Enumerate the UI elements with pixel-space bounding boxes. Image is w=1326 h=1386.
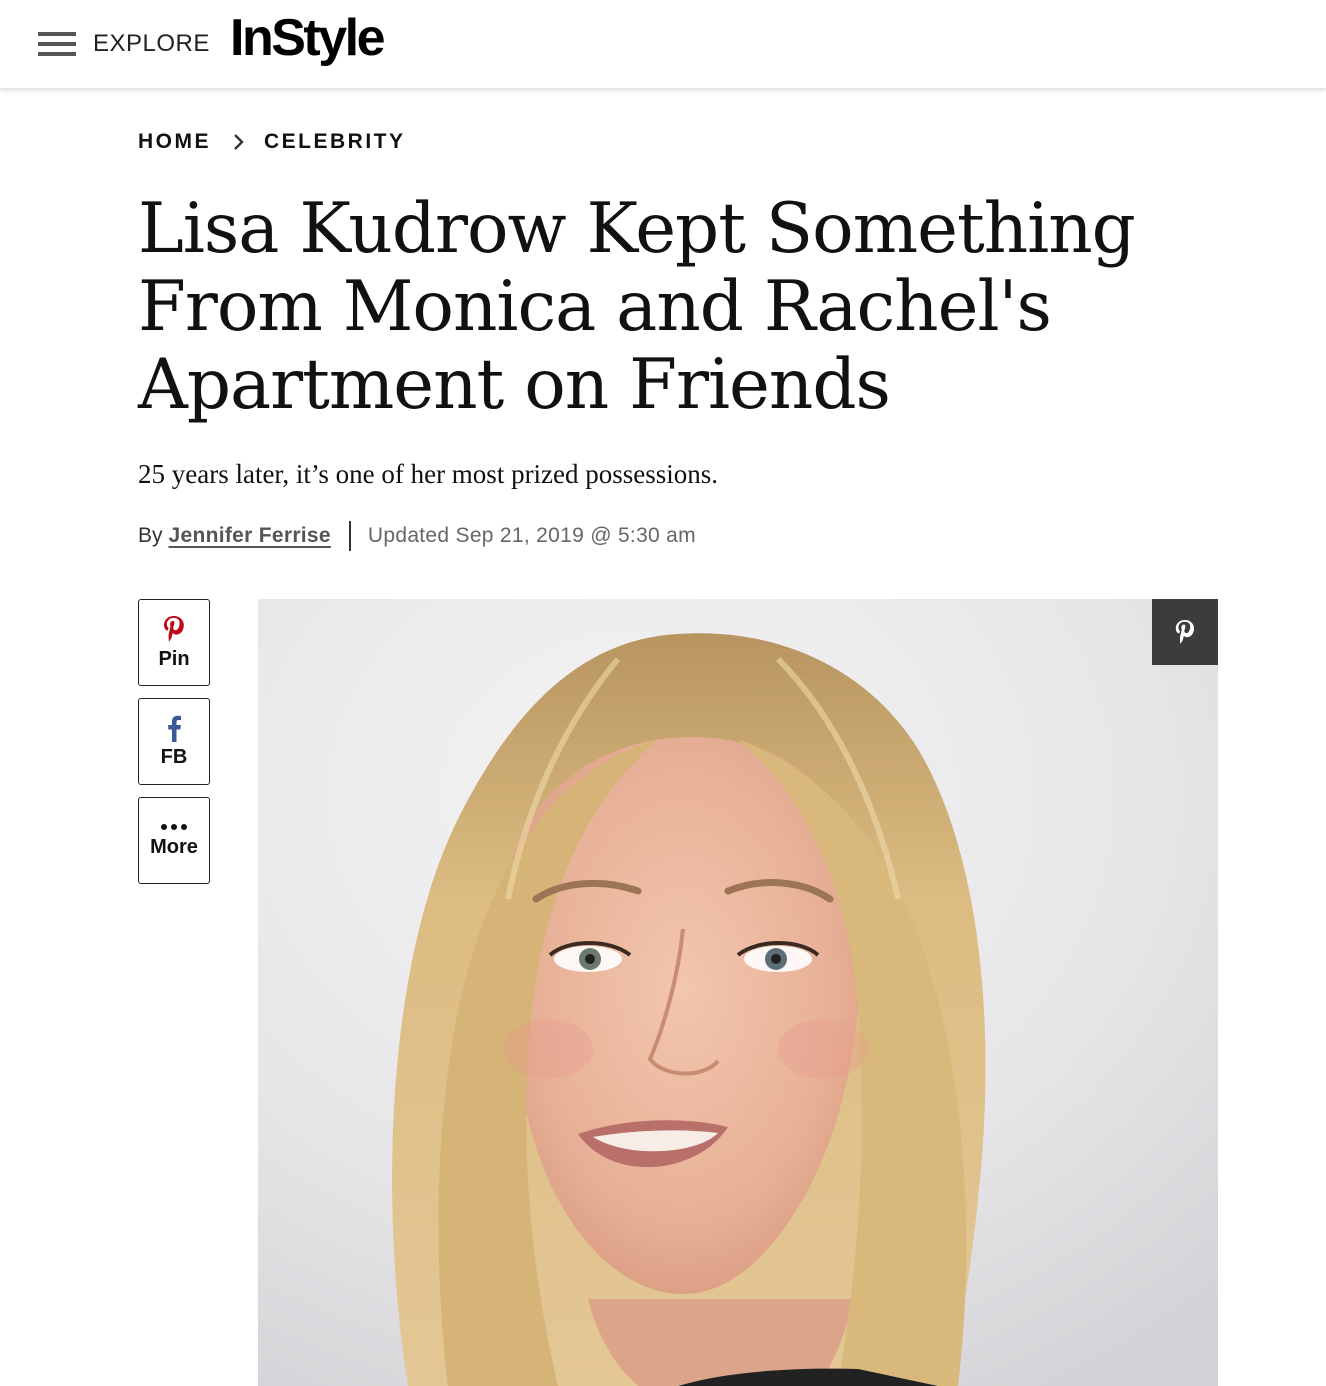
ellipsis-icon bbox=[161, 824, 187, 830]
byline: By Jennifer Ferrise Updated Sep 21, 2019… bbox=[138, 520, 696, 552]
instyle-logo[interactable]: InStyle bbox=[230, 8, 386, 68]
more-share-button[interactable]: More bbox=[138, 797, 210, 884]
breadcrumb-home-link[interactable]: HOME bbox=[138, 130, 211, 154]
byline-prefix: By bbox=[138, 524, 163, 547]
facebook-share-label: FB bbox=[160, 746, 188, 768]
more-share-label: More bbox=[150, 836, 198, 858]
article-title: Lisa Kudrow Kept Something From Monica a… bbox=[138, 189, 1136, 425]
pin-image-button[interactable] bbox=[1152, 599, 1218, 665]
hamburger-menu-icon[interactable] bbox=[38, 30, 76, 58]
article-dek: 25 years later, it’s one of her most pri… bbox=[138, 459, 719, 489]
pinterest-icon bbox=[164, 616, 184, 642]
updated-timestamp: Updated Sep 21, 2019 @ 5:30 am bbox=[367, 524, 696, 547]
facebook-share-button[interactable]: FB bbox=[138, 698, 210, 785]
hero-image bbox=[258, 599, 1218, 1386]
breadcrumb-celebrity-link[interactable]: CELEBRITY bbox=[264, 130, 406, 154]
site-header: EXPLORE InStyle bbox=[0, 0, 1326, 89]
byline-divider bbox=[348, 521, 351, 551]
portrait-illustration bbox=[258, 599, 1218, 1386]
chevron-right-icon bbox=[234, 134, 244, 150]
pin-share-label: Pin bbox=[158, 648, 190, 670]
author-link[interactable]: Jennifer Ferrise bbox=[169, 524, 331, 548]
pin-share-button[interactable]: Pin bbox=[138, 599, 210, 686]
breadcrumb: HOME CELEBRITY bbox=[138, 130, 406, 154]
pinterest-icon bbox=[1175, 620, 1195, 644]
explore-button[interactable]: EXPLORE bbox=[93, 30, 210, 58]
facebook-icon bbox=[168, 715, 181, 742]
